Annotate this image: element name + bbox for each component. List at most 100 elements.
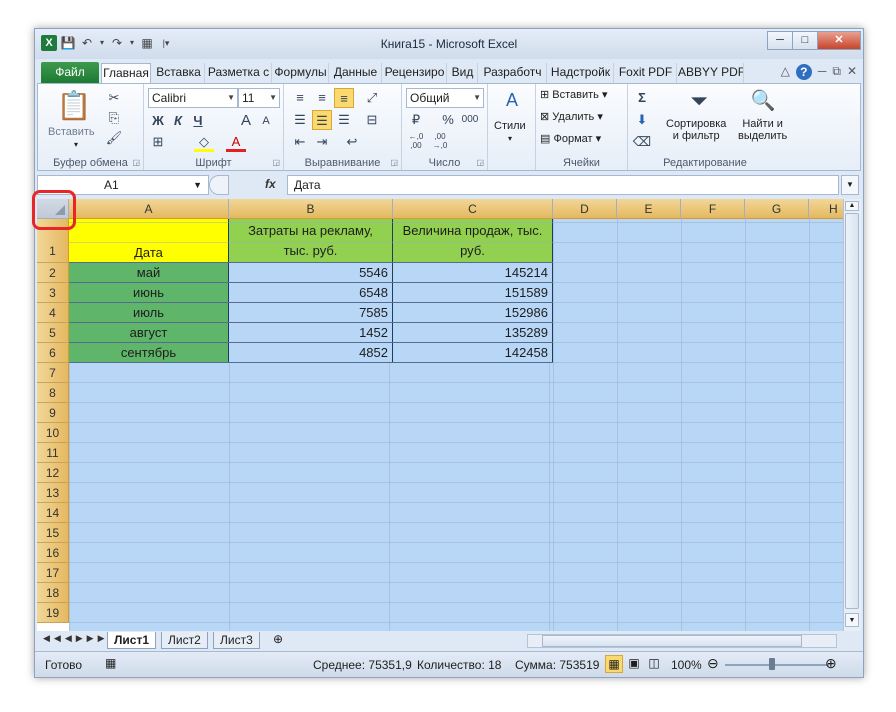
column-header-f[interactable]: F [681,199,745,219]
row-header[interactable]: 18 [37,583,69,603]
font-size-dropdown[interactable]: 11 ▼ [238,88,280,108]
row-header[interactable]: 13 [37,483,69,503]
insert-cells-button[interactable]: ⊞ Вставить ▾ [540,88,608,101]
font-name-dropdown[interactable]: Calibri ▼ [148,88,238,108]
decrease-indent-icon[interactable]: ⇤ [290,132,310,152]
align-top-icon[interactable]: ≡ [290,88,310,108]
row-header[interactable]: 17 [37,563,69,583]
tab-review[interactable]: Рецензиро [383,63,447,84]
scroll-up-icon[interactable]: ▲ [845,201,859,211]
cell-sales[interactable]: 152986 [393,303,553,323]
clear-icon[interactable]: ⌫ [632,132,652,152]
cell-month[interactable]: июль [69,303,229,323]
row-header[interactable]: 5 [37,323,69,343]
sheet-tab-2[interactable]: Лист2 [161,632,208,649]
scroll-down-icon[interactable]: ▼ [845,613,859,627]
delete-cells-button[interactable]: ⊠ Удалить ▾ [540,110,603,123]
styles-button[interactable]: Стили [494,120,526,132]
find-select-icon[interactable]: 🔍 [748,86,778,116]
formula-input[interactable]: Дата [287,175,839,195]
fill-color-icon[interactable]: ◇ [194,132,214,152]
format-painter-icon[interactable]: 🖌 [104,128,124,148]
paste-button[interactable]: Вставить [48,126,95,138]
tab-abbyy-pdf[interactable]: ABBYY PDF [678,63,744,84]
cell-cost[interactable]: 7585 [229,303,393,323]
scroll-thumb[interactable] [845,213,859,609]
find-select-button[interactable]: Найти и выделить [738,118,787,142]
cell-sales[interactable]: 145214 [393,263,553,283]
styles-dropdown-icon[interactable]: ▾ [508,134,512,143]
minimize-ribbon-icon[interactable]: △ [781,64,790,80]
sort-filter-button[interactable]: Сортировка и фильтр [666,118,726,142]
workbook-close-icon[interactable]: ✕ [847,64,857,80]
column-header-b[interactable]: B [229,199,393,219]
cell-cost[interactable]: 1452 [229,323,393,343]
sheet-tab-1[interactable]: Лист1 [107,632,157,649]
cell-cost[interactable]: 4852 [229,343,393,363]
row-header[interactable]: 2 [37,263,69,283]
italic-button[interactable]: К [168,111,188,131]
tab-page-layout[interactable]: Разметка с [206,63,272,84]
help-icon[interactable]: ? [795,64,812,80]
align-bottom-icon[interactable]: ≡ [334,88,354,108]
cell-cost[interactable]: 5546 [229,263,393,283]
workbook-restore-icon[interactable]: ⧉ [832,64,841,80]
currency-icon[interactable]: ₽ [406,110,426,130]
maximize-button[interactable]: □ [792,31,818,50]
shrink-font-button[interactable]: A [256,111,276,131]
tab-developer[interactable]: Разработч [479,63,547,84]
styles-icon[interactable]: A [500,90,524,114]
cut-icon[interactable]: ✂ [104,88,124,108]
sheet-nav-icons[interactable]: ◀◀◀▶▶▶ [43,633,109,644]
cell-sales[interactable]: 135289 [393,323,553,343]
formula-expand-handle[interactable] [209,175,229,195]
minimize-button[interactable]: ─ [767,31,793,50]
workbook-minimize-icon[interactable]: ─ [818,64,827,80]
merge-center-icon[interactable]: ⊟ [362,110,382,130]
alignment-launcher-icon[interactable]: ◲ [390,158,398,167]
align-middle-icon[interactable]: ≡ [312,88,332,108]
thousands-button[interactable]: 000 [460,110,480,130]
column-header-d[interactable]: D [553,199,617,219]
cell-month[interactable]: июнь [69,283,229,303]
align-right-icon[interactable]: ☰ [334,110,354,130]
increase-indent-icon[interactable]: ⇥ [312,132,332,152]
cell-c1[interactable]: Величина продаж, тыс. руб. [393,219,553,263]
zoom-slider-thumb[interactable] [769,658,775,670]
paste-dropdown-icon[interactable]: ▾ [74,140,78,149]
normal-view-icon[interactable]: ▦ [605,655,623,673]
cell-b1[interactable]: Затраты на рекламу, тыс. руб. [229,219,393,263]
tab-view[interactable]: Вид [448,63,478,84]
number-format-dropdown[interactable]: Общий ▼ [406,88,484,108]
row-header[interactable]: 6 [37,343,69,363]
align-left-icon[interactable]: ☰ [290,110,310,130]
row-header[interactable]: 9 [37,403,69,423]
horizontal-scrollbar[interactable] [527,634,837,648]
row-header[interactable]: 4 [37,303,69,323]
row-header[interactable]: 19 [37,603,69,623]
column-header-g[interactable]: G [745,199,809,219]
cell-sales[interactable]: 142458 [393,343,553,363]
row-header[interactable]: 12 [37,463,69,483]
cell-a1[interactable]: Дата [69,219,229,263]
macro-record-icon[interactable]: ▦ [105,656,116,670]
zoom-out-icon[interactable]: ⊖ [707,655,719,672]
tab-data[interactable]: Данные [330,63,382,84]
underline-button[interactable]: Ч [188,111,208,131]
worksheet-grid[interactable]: A B C D E F G H 1 2 3 4 5 6 7 8 9 10 11 … [37,199,843,631]
number-launcher-icon[interactable]: ◲ [476,158,484,167]
row-header[interactable]: 16 [37,543,69,563]
tab-formulas[interactable]: Формулы [273,63,329,84]
tab-addins[interactable]: Надстройк [548,63,614,84]
cell-month[interactable]: май [69,263,229,283]
zoom-level[interactable]: 100% [671,658,702,672]
tab-insert[interactable]: Вставка [153,63,205,84]
clipboard-launcher-icon[interactable]: ◲ [132,158,140,167]
percent-button[interactable]: % [438,110,458,130]
insert-sheet-icon[interactable]: ⊕ [273,632,283,646]
font-color-icon[interactable]: A [226,132,246,152]
vertical-scrollbar[interactable]: ▲ ▼ [843,199,861,631]
align-center-icon[interactable]: ☰ [312,110,332,130]
sort-filter-icon[interactable]: ⏷ [684,86,714,116]
tab-foxit-pdf[interactable]: Foxit PDF [615,63,677,84]
